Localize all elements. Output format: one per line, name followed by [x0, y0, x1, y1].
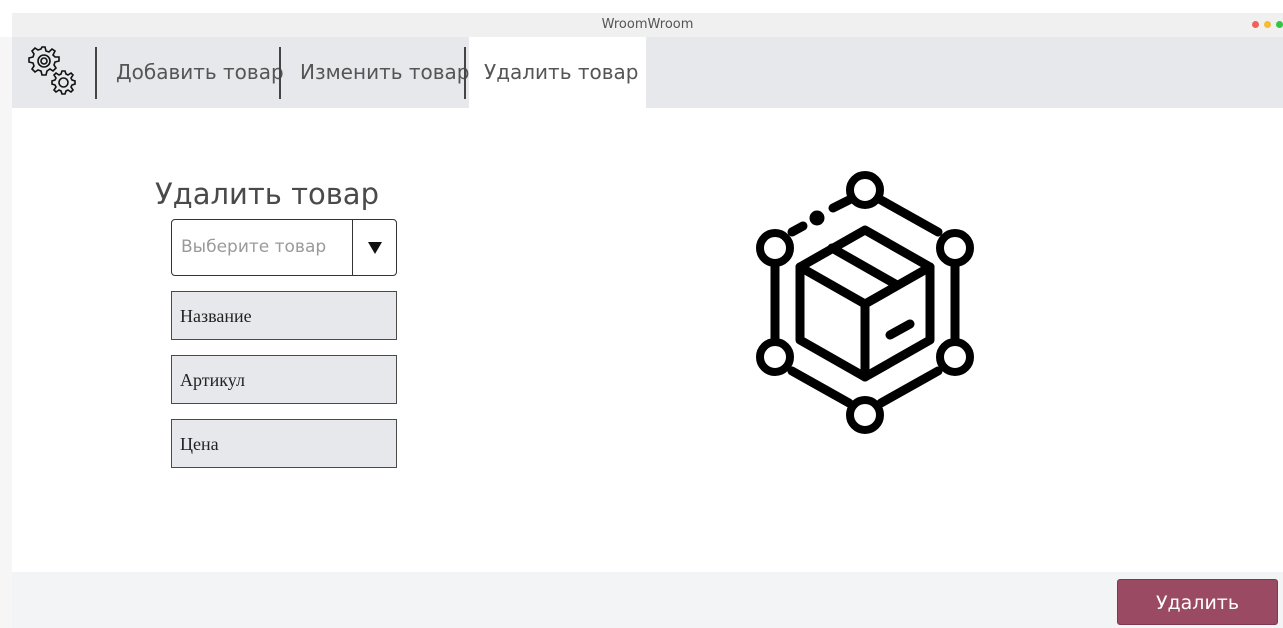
tab-add-product[interactable]: Добавить товар: [116, 37, 284, 108]
footer-bar: [12, 572, 1283, 628]
tab-separator: [279, 47, 281, 99]
close-window-button[interactable]: [1252, 21, 1259, 28]
tab-separator: [464, 47, 466, 99]
window-title: WroomWroom: [601, 17, 694, 32]
tab-delete-product[interactable]: Удалить товар: [469, 37, 646, 108]
price-field: Цена: [171, 419, 397, 468]
window-controls: [1252, 21, 1283, 28]
name-field: Название: [171, 291, 397, 340]
form-title: Удалить товар: [155, 177, 379, 211]
top-navigation: Добавить товар Изменить товар Удалить то…: [12, 37, 1283, 108]
window-left-edge: [0, 37, 12, 628]
gears-icon[interactable]: [20, 41, 80, 105]
product-select[interactable]: Выберите товар: [171, 219, 397, 276]
tab-edit-product[interactable]: Изменить товар: [300, 37, 469, 108]
triangle-down-icon: [367, 241, 382, 254]
dropdown-button[interactable]: [352, 220, 396, 275]
maximize-window-button[interactable]: [1276, 21, 1283, 28]
product-select-placeholder: Выберите товар: [181, 237, 327, 257]
box-network-icon: [756, 171, 974, 434]
minimize-window-button[interactable]: [1264, 21, 1271, 28]
window-titlebar: WroomWroom: [12, 13, 1283, 37]
delete-button[interactable]: Удалить: [1117, 579, 1278, 625]
sku-field: Артикул: [171, 355, 397, 404]
tab-separator: [95, 47, 97, 99]
